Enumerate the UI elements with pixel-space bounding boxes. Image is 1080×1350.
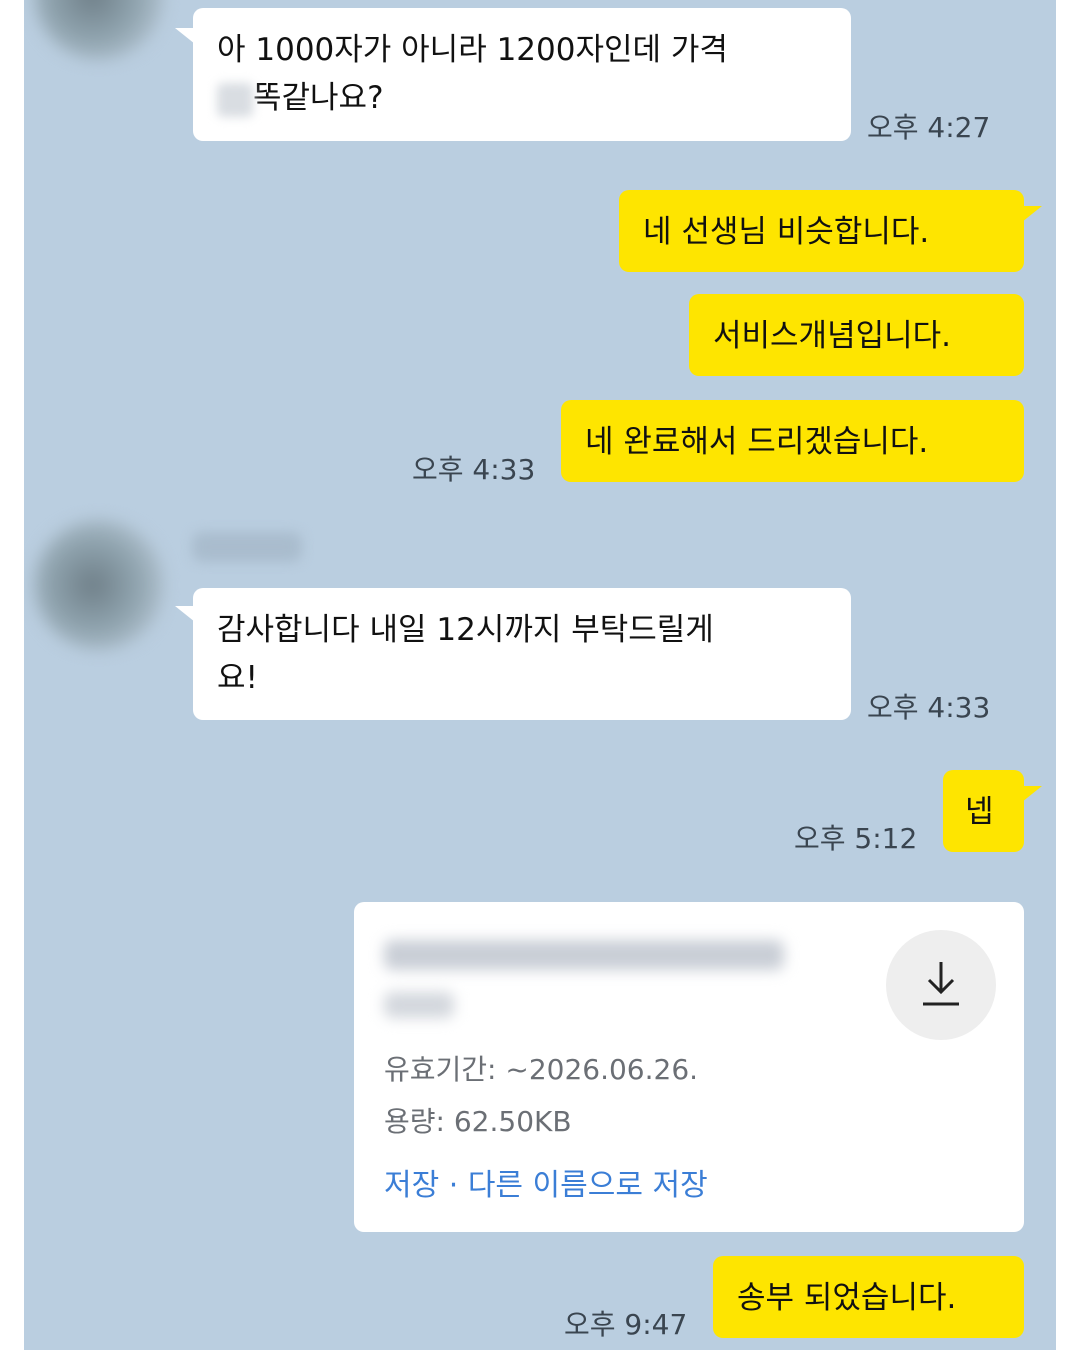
message-text: 네 선생님 비슷합니다. — [643, 214, 930, 250]
message-text: 서비스개념입니다. — [713, 318, 952, 354]
download-icon — [923, 962, 959, 1006]
message-time: 오후 4:27 — [867, 111, 991, 144]
file-size: 용량: 62.50KB — [384, 1105, 572, 1138]
message-text: 넵 — [965, 794, 994, 830]
message-time: 오후 9:47 — [564, 1308, 688, 1341]
bubble-tail — [175, 606, 195, 622]
file-name-extension — [384, 992, 454, 1018]
save-as-link[interactable]: 다른 이름으로 저장 — [468, 1168, 708, 1203]
message-time: 오후 5:12 — [794, 822, 918, 855]
outgoing-message: 서비스개념입니다. — [689, 294, 1024, 376]
outgoing-message: 송부 되었습니다. — [713, 1256, 1024, 1338]
outgoing-message: 네 완료해서 드리겠습니다. — [561, 400, 1024, 482]
file-attachment-card[interactable]: 유효기간: ~2026.06.26. 용량: 62.50KB 저장 · 다른 이… — [354, 902, 1024, 1232]
file-actions: 저장 · 다른 이름으로 저장 — [384, 1160, 708, 1204]
incoming-message: 아 1000자가 아니라 1200자인데 가격 똑같나요? — [193, 8, 851, 141]
message-text: 네 완료해서 드리겠습니다. — [585, 424, 929, 460]
message-time: 오후 4:33 — [867, 691, 991, 724]
save-link[interactable]: 저장 — [384, 1168, 439, 1203]
message-text: 송부 되었습니다. — [737, 1280, 957, 1316]
outgoing-message: 넵 — [943, 770, 1024, 852]
bubble-tail — [1022, 206, 1042, 222]
file-validity: 유효기간: ~2026.06.26. — [384, 1053, 699, 1086]
avatar[interactable] — [34, 0, 164, 60]
bubble-tail — [175, 28, 195, 44]
separator: · — [439, 1168, 468, 1203]
message-line: 요! — [217, 660, 258, 696]
message-time: 오후 4:33 — [412, 453, 536, 486]
chat-area[interactable]: 아 1000자가 아니라 1200자인데 가격 똑같나요? 오후 4:27 네 … — [24, 0, 1056, 1350]
bubble-tail — [1022, 786, 1042, 802]
avatar[interactable] — [34, 520, 164, 650]
message-line: 아 1000자가 아니라 1200자인데 가격 — [217, 32, 728, 68]
outgoing-message: 네 선생님 비슷합니다. — [619, 190, 1024, 272]
download-button[interactable] — [886, 930, 996, 1040]
sender-name — [192, 532, 302, 562]
file-name — [384, 940, 784, 970]
incoming-message: 감사합니다 내일 12시까지 부탁드릴게 요! — [193, 588, 851, 720]
message-line: 똑같나요? — [217, 74, 827, 122]
message-line: 감사합니다 내일 12시까지 부탁드릴게 — [217, 612, 714, 648]
